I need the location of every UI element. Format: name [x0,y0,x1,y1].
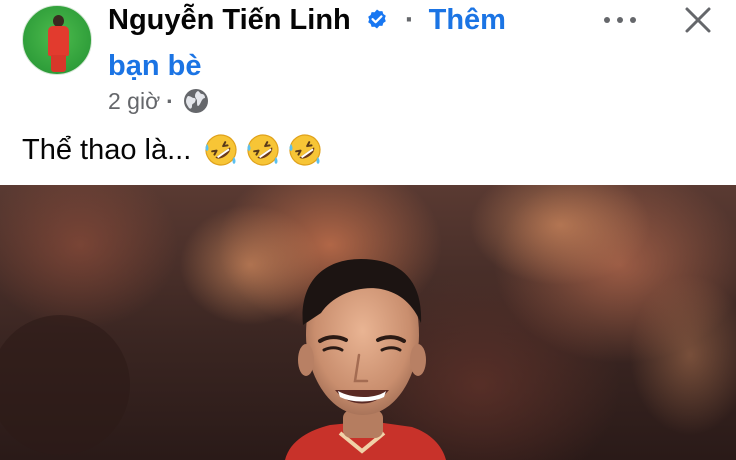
post-photo[interactable] [0,185,736,460]
more-dot [630,17,636,23]
avatar-figure-legs [51,55,66,72]
post-meta: 2 giờ · [108,86,210,116]
add-friend-link-continued[interactable]: bạn bè [108,48,201,84]
rolling-on-floor-laughing-emoji-icon [205,134,237,166]
post-timestamp[interactable]: 2 giờ [108,88,160,115]
more-options-button[interactable] [604,8,636,32]
name-separator-dot: · [404,4,415,36]
verified-badge-icon [368,9,386,29]
author-line: Nguyễn Tiến Linh · Thêm [108,2,506,38]
player-photo-illustration [0,185,736,460]
globe-icon[interactable] [182,87,210,115]
meta-separator-dot: · [166,87,174,114]
add-friend-link[interactable]: Thêm [429,4,506,36]
emoji-group [203,132,323,168]
rolling-on-floor-laughing-emoji-icon [289,134,321,166]
avatar-figure-jersey [48,26,69,56]
post-text: Thể thao là... [22,134,192,166]
more-dot [604,17,610,23]
author-name[interactable]: Nguyễn Tiến Linh [108,4,351,36]
post-header: Nguyễn Tiến Linh · Thêm bạn bè 2 giờ · [0,0,736,125]
post-message: Thể thao là... [22,130,323,170]
close-icon[interactable] [682,4,714,36]
author-avatar[interactable] [22,5,92,75]
rolling-on-floor-laughing-emoji-icon [247,134,279,166]
more-dot [617,17,623,23]
